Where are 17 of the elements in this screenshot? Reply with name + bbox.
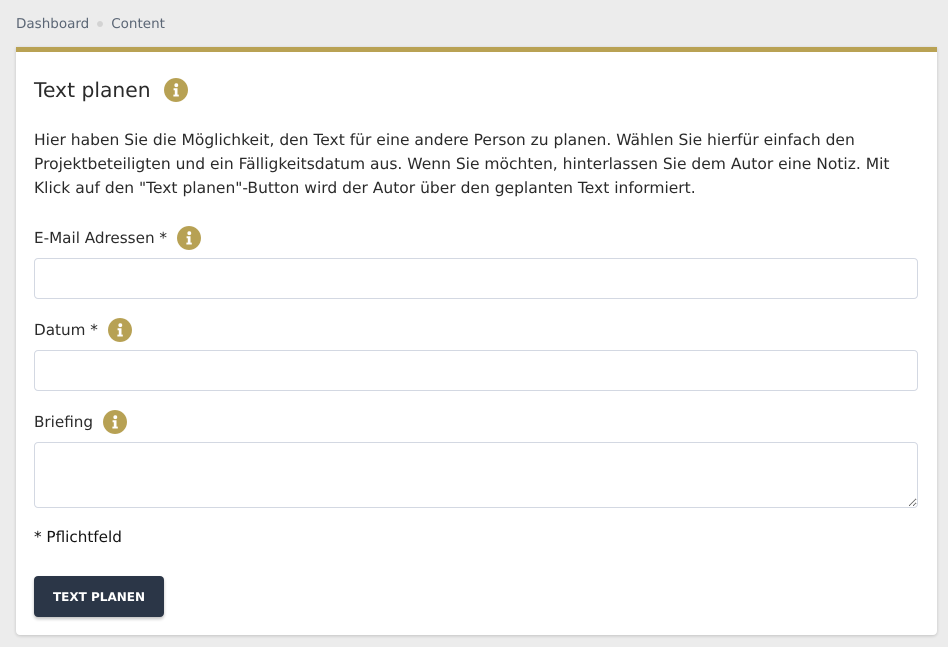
required-note: * Pflichtfeld <box>34 527 123 548</box>
description-text: Hier haben Sie die Möglichkeit, den Text für eine andere Person zu planen. Wählen Sie hierfür einfach den Projektbeteiligten und ein Fälligkeitsdatum aus. Wenn Sie möchten, hinterlassen Sie dem Autor eine Notiz. Mit Klick auf den "Text planen"-Button wird der Autor über den geplanten Text informiert. <box>34 130 890 199</box>
breadcrumb-link[interactable]: Dashboard <box>16 16 90 32</box>
info-icon[interactable] <box>164 78 188 102</box>
info-icon[interactable] <box>108 318 132 342</box>
plan-text-button[interactable]: TEXT PLANEN <box>34 576 164 617</box>
info-icon[interactable] <box>177 226 201 250</box>
input-field[interactable] <box>34 350 918 391</box>
textarea-field[interactable] <box>34 442 918 508</box>
field-label: Briefing <box>34 413 94 431</box>
input-field[interactable] <box>34 258 918 299</box>
card-title: Text planen <box>34 78 151 102</box>
field-label: Datum * <box>34 321 98 339</box>
separator-dot-icon <box>97 20 104 26</box>
breadcrumb-link[interactable]: Content <box>111 16 165 32</box>
info-icon[interactable] <box>103 410 128 434</box>
field-label: E-Mail Adressen * <box>34 229 167 247</box>
